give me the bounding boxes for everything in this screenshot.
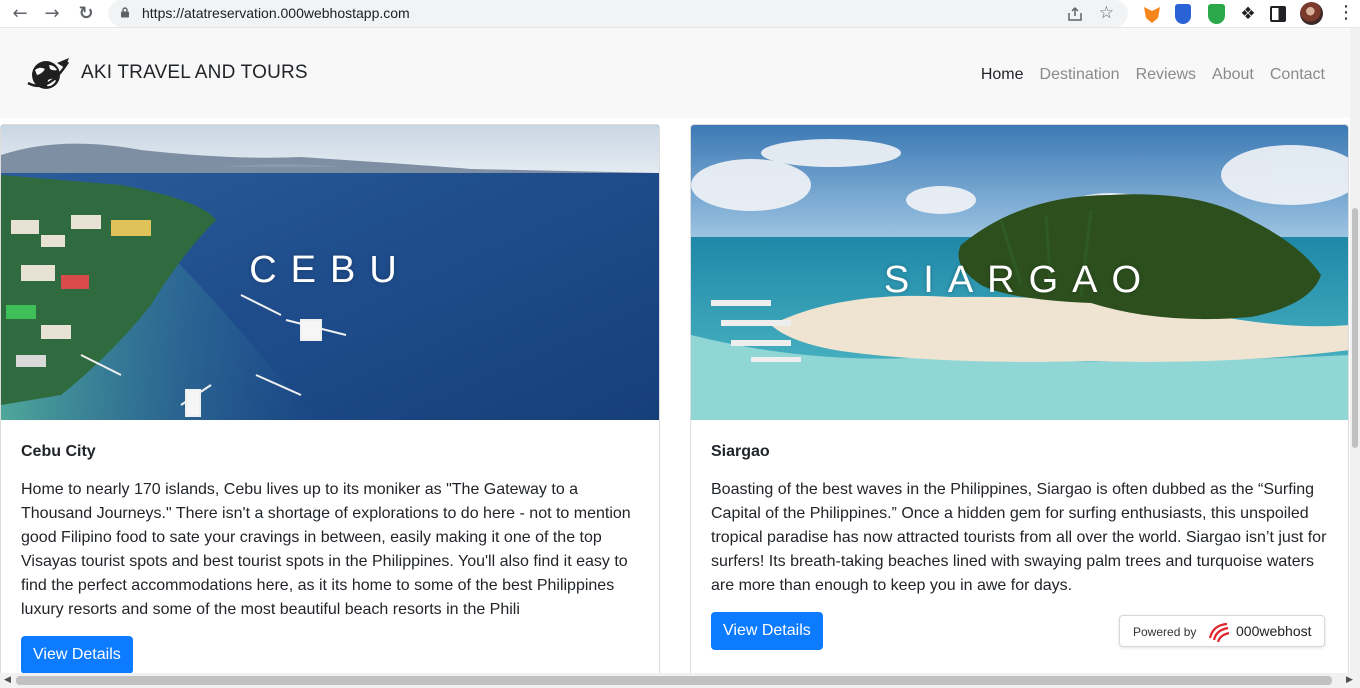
vertical-scroll-thumb[interactable] <box>1352 208 1358 448</box>
siargao-hero-image: SIARGAO <box>691 125 1348 420</box>
webhost-logo-icon <box>1208 622 1230 643</box>
powered-by-name: 000webhost <box>1236 623 1312 639</box>
nav-home[interactable]: Home <box>981 66 1024 84</box>
bitwarden-extension-icon[interactable] <box>1175 4 1191 24</box>
powered-by-badge[interactable]: Powered by 000webhost <box>1119 615 1325 647</box>
cebu-hero-title: CEBU <box>249 249 411 291</box>
bookmark-star-icon[interactable]: ☆ <box>1099 3 1114 23</box>
metamask-extension-icon[interactable] <box>1144 7 1160 23</box>
nav-reviews[interactable]: Reviews <box>1136 66 1196 84</box>
forward-icon[interactable]: → <box>42 4 62 24</box>
siargao-card-title: Siargao <box>711 443 770 460</box>
siargao-view-details-button[interactable]: View Details <box>711 612 823 650</box>
url-text: https://atatreservation.000webhostapp.co… <box>142 5 410 21</box>
siargao-card-text: Boasting of the best waves in the Philip… <box>711 481 1327 594</box>
nav-contact[interactable]: Contact <box>1270 66 1325 84</box>
scroll-right-icon[interactable]: ▶ <box>1346 675 1353 685</box>
cebu-hero-image: CEBU <box>1 125 659 420</box>
horizontal-scroll-thumb[interactable] <box>16 676 1332 685</box>
nav-about[interactable]: About <box>1212 66 1254 84</box>
cebu-card-body: Cebu City Home to nearly 170 islands, Ce… <box>21 443 639 673</box>
vertical-scrollbar[interactable] <box>1350 28 1360 673</box>
destination-card-cebu: CEBU Cebu City Home to nearly 170 island… <box>0 124 660 673</box>
page-viewport: AKI TRAVEL AND TOURS Home Destination Re… <box>0 28 1350 673</box>
cebu-card-text: Home to nearly 170 islands, Cebu lives u… <box>21 481 631 618</box>
globe-plane-logo-icon[interactable] <box>26 56 70 92</box>
site-navbar: AKI TRAVEL AND TOURS Home Destination Re… <box>0 28 1350 118</box>
profile-avatar[interactable] <box>1300 2 1323 25</box>
cebu-card-title: Cebu City <box>21 443 96 460</box>
share-icon[interactable] <box>1066 5 1084 23</box>
menu-kebab-icon[interactable]: ⋮ <box>1337 3 1355 23</box>
scroll-left-icon[interactable]: ◀ <box>4 675 11 685</box>
siargao-hero-title: SIARGAO <box>883 259 1156 301</box>
nav-destination[interactable]: Destination <box>1040 66 1120 84</box>
powered-by-label: Powered by <box>1133 625 1197 639</box>
cebu-view-details-button[interactable]: View Details <box>21 636 133 673</box>
lock-icon <box>121 7 129 18</box>
main-nav: Home Destination Reviews About Contact <box>981 66 1325 84</box>
horizontal-scrollbar[interactable]: ◀ ▶ <box>0 673 1360 688</box>
shield-extension-icon[interactable] <box>1208 4 1225 24</box>
reload-icon[interactable]: ↻ <box>76 4 96 24</box>
back-icon[interactable]: ← <box>10 4 30 24</box>
brand-name[interactable]: AKI TRAVEL AND TOURS <box>81 62 308 84</box>
browser-toolbar: ← → ↻ https://atatreservation.000webhost… <box>0 0 1360 28</box>
address-bar[interactable]: https://atatreservation.000webhostapp.co… <box>108 0 1128 27</box>
side-panel-icon[interactable] <box>1270 6 1286 22</box>
destination-card-siargao: SIARGAO Siargao Boasting of the best wav… <box>690 124 1349 673</box>
extensions-puzzle-icon[interactable]: ❖ <box>1238 4 1258 24</box>
